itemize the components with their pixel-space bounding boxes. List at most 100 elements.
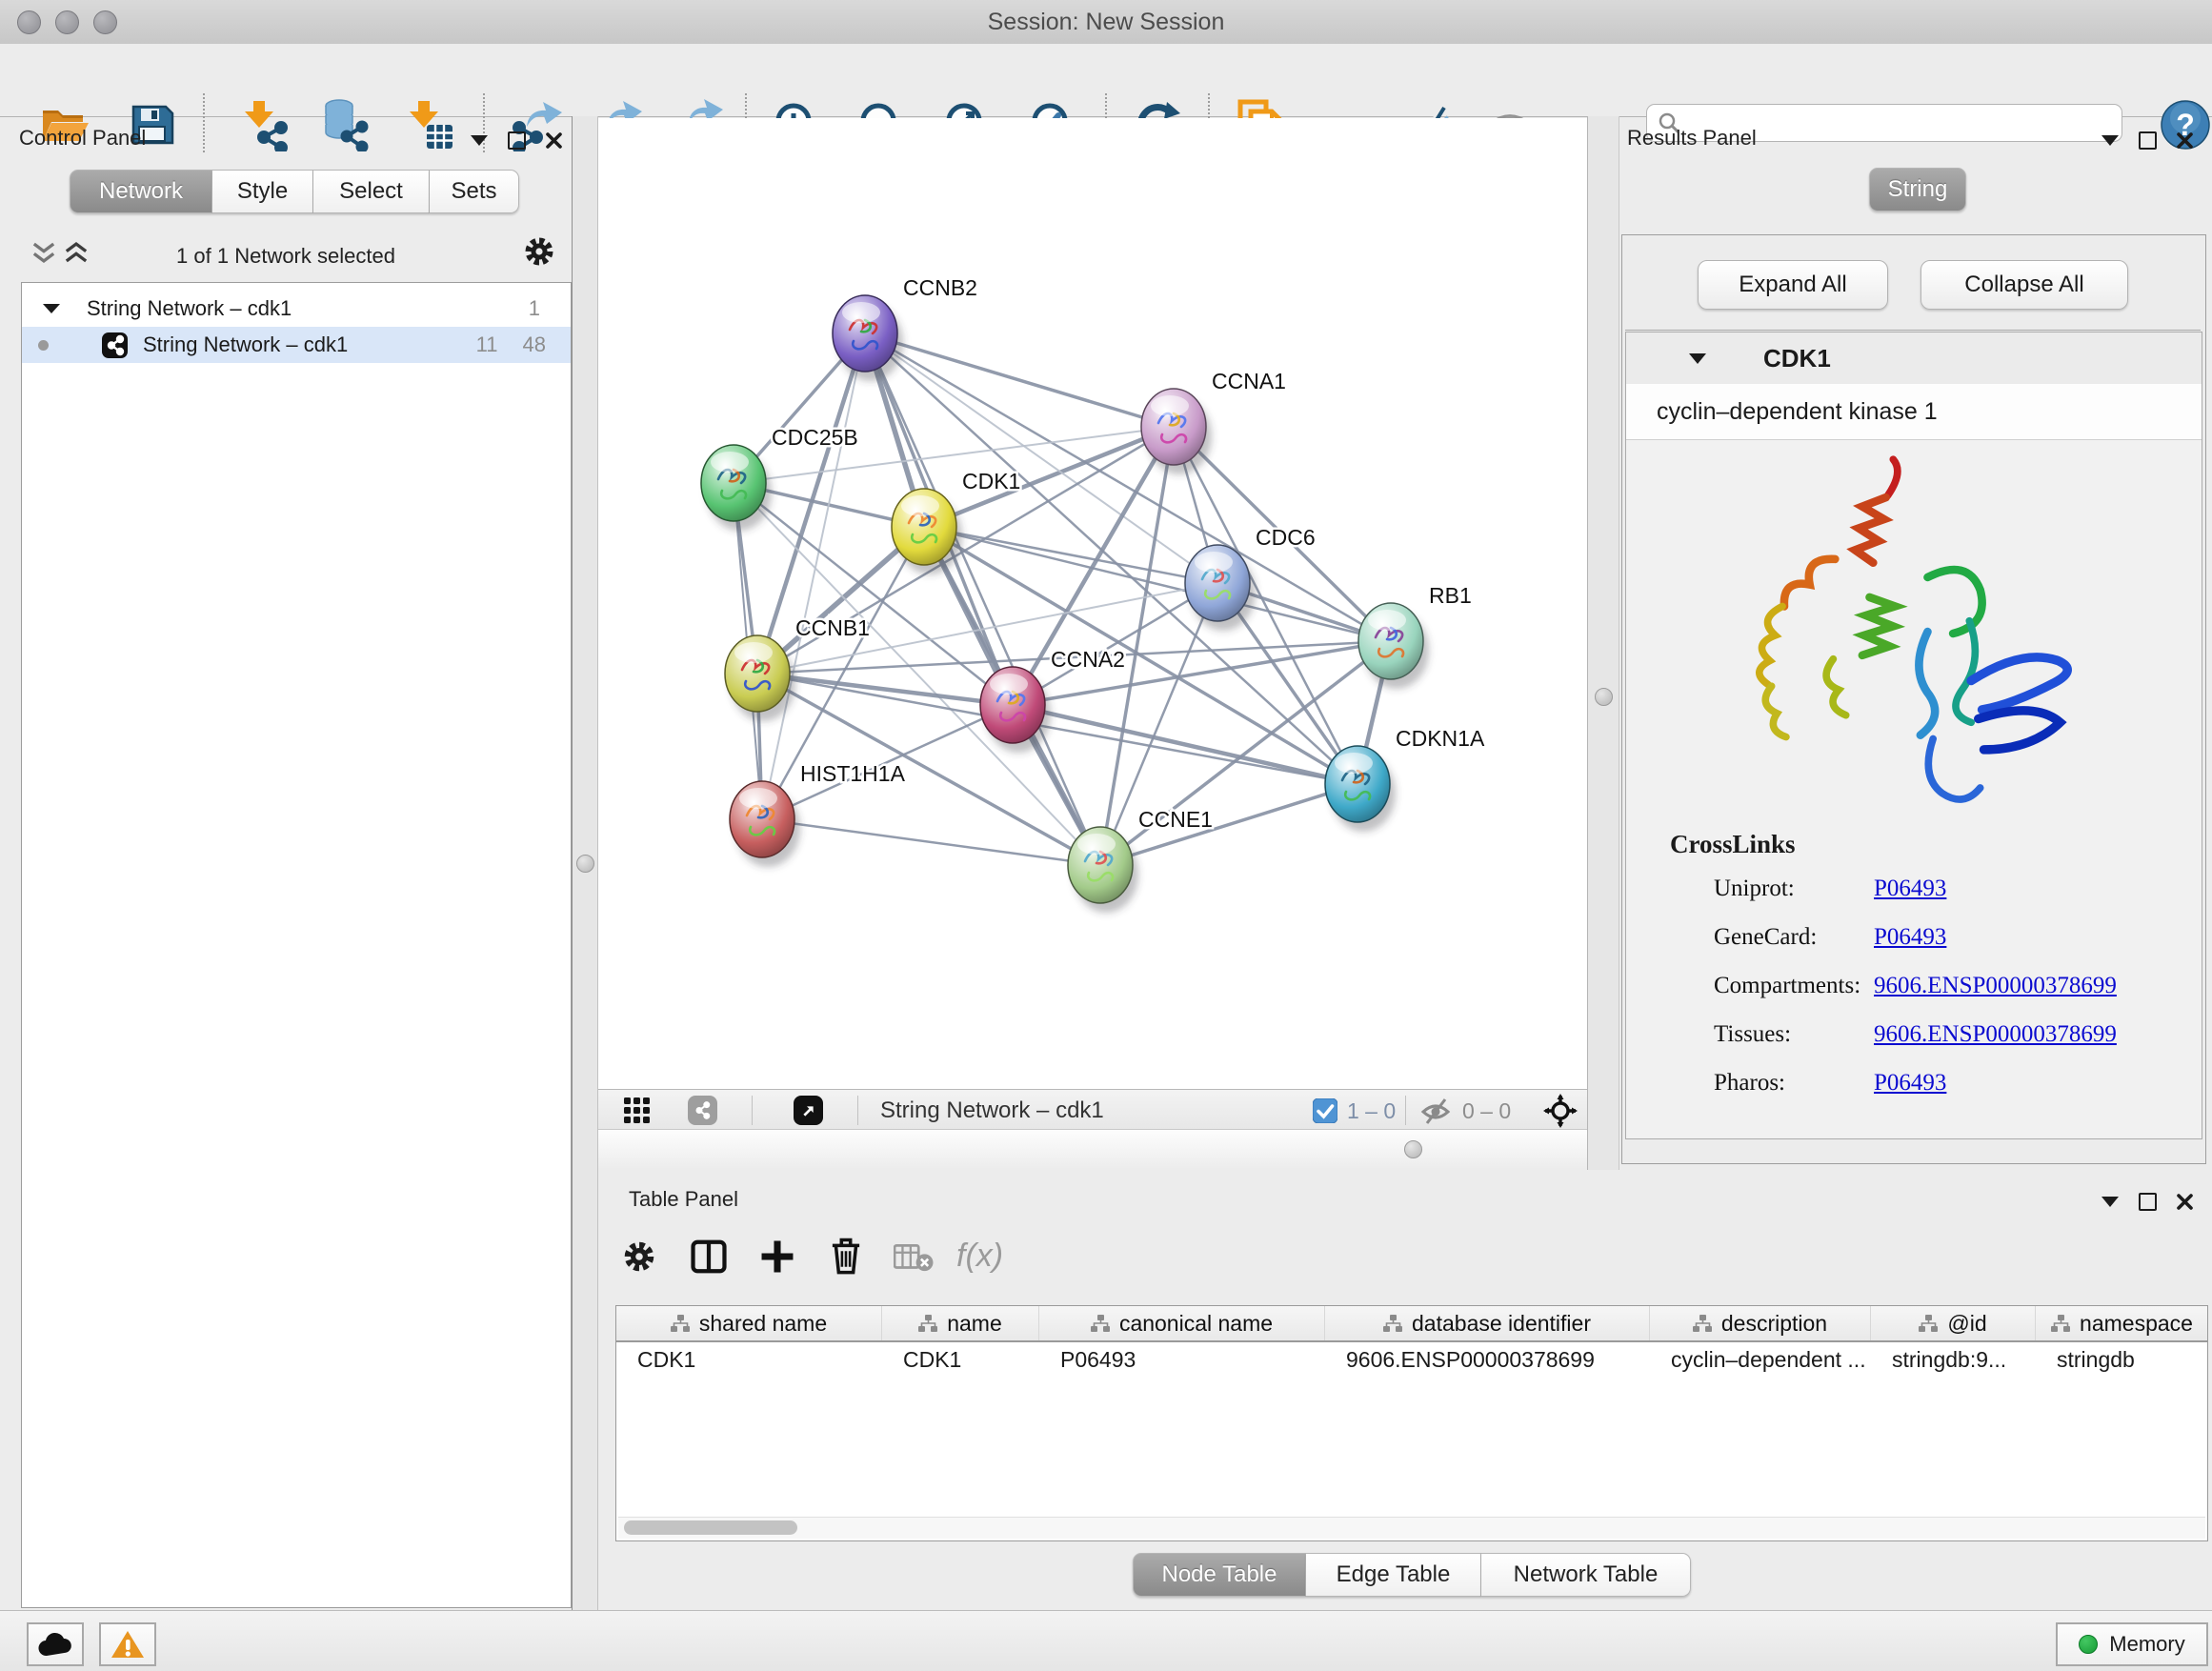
table-options-gear-icon[interactable] bbox=[621, 1238, 657, 1275]
network-node-HIST1H1A[interactable]: HIST1H1A bbox=[730, 761, 906, 867]
tab-style[interactable]: Style bbox=[212, 170, 313, 213]
import-network-database-icon[interactable] bbox=[316, 98, 370, 151]
column-header-@id[interactable]: @id bbox=[1871, 1306, 2036, 1340]
horizontal-splitter[interactable] bbox=[598, 1130, 1587, 1170]
hidden-elements-eye-icon[interactable] bbox=[1419, 1097, 1452, 1125]
table-cell[interactable]: stringdb bbox=[2036, 1347, 2208, 1373]
table-cell[interactable]: 9606.ENSP00000378699 bbox=[1325, 1347, 1650, 1373]
results-panel-title: Results Panel bbox=[1627, 126, 1757, 151]
horizontal-splitter-handle[interactable] bbox=[1404, 1140, 1422, 1158]
column-header-namespace[interactable]: namespace bbox=[2036, 1306, 2208, 1340]
expand-all-button[interactable]: Expand All bbox=[1698, 260, 1888, 310]
tab-sets[interactable]: Sets bbox=[430, 170, 519, 213]
node-label-CDC25B: CDC25B bbox=[772, 425, 858, 450]
select-columns-icon[interactable] bbox=[690, 1237, 728, 1277]
create-column-icon[interactable] bbox=[758, 1237, 796, 1277]
column-header-canonical-name[interactable]: canonical name bbox=[1039, 1306, 1325, 1340]
close-panel-icon[interactable] bbox=[2177, 132, 2193, 149]
tree-expander-icon[interactable] bbox=[43, 304, 60, 313]
table-horizontal-scrollbar[interactable] bbox=[618, 1517, 2205, 1539]
collapse-all-networks-icon[interactable] bbox=[30, 240, 57, 265]
network-node-CDKN1A[interactable]: CDKN1A bbox=[1325, 726, 1485, 832]
genecard-link[interactable]: P06493 bbox=[1874, 924, 1946, 951]
function-builder-icon[interactable]: f(x) bbox=[953, 1235, 1016, 1277]
collapse-panel-icon[interactable] bbox=[2101, 1197, 2119, 1207]
collection-count: 1 bbox=[529, 296, 540, 321]
tissues-link[interactable]: 9606.ENSP00000378699 bbox=[1874, 1021, 2117, 1048]
delete-column-icon[interactable] bbox=[827, 1235, 865, 1277]
edge-CDK1-CDC6 bbox=[924, 527, 1217, 583]
network-canvas[interactable]: CCNB2CCNA1CDC25BCDK1CDC6RB1CCNB1CCNA2CDK… bbox=[598, 118, 1587, 1089]
table-cell[interactable]: CDK1 bbox=[616, 1347, 882, 1373]
cloud-services-button[interactable] bbox=[27, 1622, 84, 1666]
title-bar: Session: New Session bbox=[0, 0, 2212, 45]
network-node-CCNA1[interactable]: CCNA1 bbox=[1141, 369, 1286, 474]
selected-checkbox-icon[interactable] bbox=[1313, 1098, 1337, 1123]
table-cell[interactable]: stringdb:9... bbox=[1871, 1347, 2036, 1373]
table-cell[interactable]: cyclin–dependent ... bbox=[1650, 1347, 1871, 1373]
pharos-link[interactable]: P06493 bbox=[1874, 1070, 1946, 1097]
viewbar-separator bbox=[752, 1096, 753, 1125]
tab-node-table[interactable]: Node Table bbox=[1133, 1553, 1306, 1597]
tab-edge-table[interactable]: Edge Table bbox=[1306, 1553, 1481, 1597]
section-expander-icon[interactable] bbox=[1689, 353, 1706, 364]
table-cell[interactable]: CDK1 bbox=[882, 1347, 1039, 1373]
float-panel-icon[interactable] bbox=[2139, 1193, 2157, 1211]
cloud-icon bbox=[37, 1631, 73, 1658]
left-splitter[interactable] bbox=[572, 116, 598, 1610]
right-splitter[interactable] bbox=[1587, 116, 1619, 1170]
memory-button[interactable]: Memory bbox=[2056, 1622, 2208, 1666]
current-network-dot-icon bbox=[38, 340, 49, 351]
gene-section-header[interactable]: CDK1 bbox=[1626, 332, 2202, 385]
grid-view-icon[interactable] bbox=[623, 1097, 652, 1125]
network-collection-row[interactable]: String Network – cdk1 1 bbox=[22, 291, 571, 327]
network-row-selected[interactable]: String Network – cdk1 11 48 bbox=[22, 327, 571, 363]
float-panel-icon[interactable] bbox=[2139, 131, 2157, 150]
collapse-panel-icon[interactable] bbox=[471, 135, 488, 146]
table-cell[interactable]: P06493 bbox=[1039, 1347, 1325, 1373]
tab-select[interactable]: Select bbox=[313, 170, 430, 213]
import-table-file-icon[interactable] bbox=[402, 98, 455, 151]
column-header-shared-name[interactable]: shared name bbox=[616, 1306, 882, 1340]
tab-network-table[interactable]: Network Table bbox=[1481, 1553, 1691, 1597]
uniprot-link[interactable]: P06493 bbox=[1874, 876, 1946, 902]
network-node-CCNB2[interactable]: CCNB2 bbox=[833, 275, 977, 381]
bird-eye-position-icon[interactable] bbox=[1543, 1094, 1578, 1128]
control-panel-title: Control Panel bbox=[19, 126, 146, 151]
svg-text:f(x): f(x) bbox=[956, 1238, 1003, 1274]
string-network-icon bbox=[102, 332, 128, 358]
close-panel-icon[interactable] bbox=[2177, 1194, 2193, 1210]
import-network-file-icon[interactable] bbox=[237, 98, 291, 151]
edge-HIST1H1A-CCNE1 bbox=[762, 819, 1100, 865]
network-node-CCNE1[interactable]: CCNE1 bbox=[1068, 807, 1213, 913]
column-header-description[interactable]: description bbox=[1650, 1306, 1871, 1340]
results-gene-section: CDK1 cyclin–dependent kinase 1 Cro bbox=[1625, 332, 2202, 1139]
column-header-database-identifier[interactable]: database identifier bbox=[1325, 1306, 1650, 1340]
close-panel-icon[interactable] bbox=[546, 132, 562, 149]
right-splitter-handle[interactable] bbox=[1595, 688, 1613, 706]
node-table: shared namenamecanonical namedatabase id… bbox=[615, 1305, 2208, 1541]
network-node-RB1[interactable]: RB1 bbox=[1358, 583, 1472, 689]
warnings-button[interactable] bbox=[99, 1622, 156, 1666]
gene-symbol: CDK1 bbox=[1763, 344, 1831, 373]
tab-string[interactable]: String bbox=[1869, 168, 1966, 211]
expand-all-networks-icon[interactable] bbox=[63, 240, 90, 265]
crosslink-row: Tissues:9606.ENSP00000378699 bbox=[1714, 1021, 2190, 1048]
scrollbar-thumb[interactable] bbox=[624, 1520, 797, 1535]
collapse-panel-icon[interactable] bbox=[2101, 135, 2119, 146]
table-header-row: shared namenamecanonical namedatabase id… bbox=[616, 1306, 2207, 1342]
hidden-counts: 0 – 0 bbox=[1462, 1098, 1511, 1124]
compartments-link[interactable]: 9606.ENSP00000378699 bbox=[1874, 973, 2117, 999]
open-external-view-icon[interactable] bbox=[794, 1096, 823, 1125]
delete-table-icon[interactable] bbox=[894, 1242, 934, 1273]
tab-network[interactable]: Network bbox=[70, 170, 212, 213]
edge-count: 48 bbox=[523, 332, 546, 357]
network-view-mode-icon[interactable] bbox=[688, 1096, 717, 1125]
window-title: Session: New Session bbox=[0, 9, 2212, 36]
network-options-gear-icon[interactable] bbox=[522, 234, 556, 269]
left-splitter-handle[interactable] bbox=[576, 855, 594, 873]
column-header-name[interactable]: name bbox=[882, 1306, 1039, 1340]
collapse-all-button[interactable]: Collapse All bbox=[1920, 260, 2128, 310]
table-row[interactable]: CDK1CDK1P064939606.ENSP00000378699cyclin… bbox=[616, 1342, 2207, 1377]
float-panel-icon[interactable] bbox=[508, 131, 526, 150]
